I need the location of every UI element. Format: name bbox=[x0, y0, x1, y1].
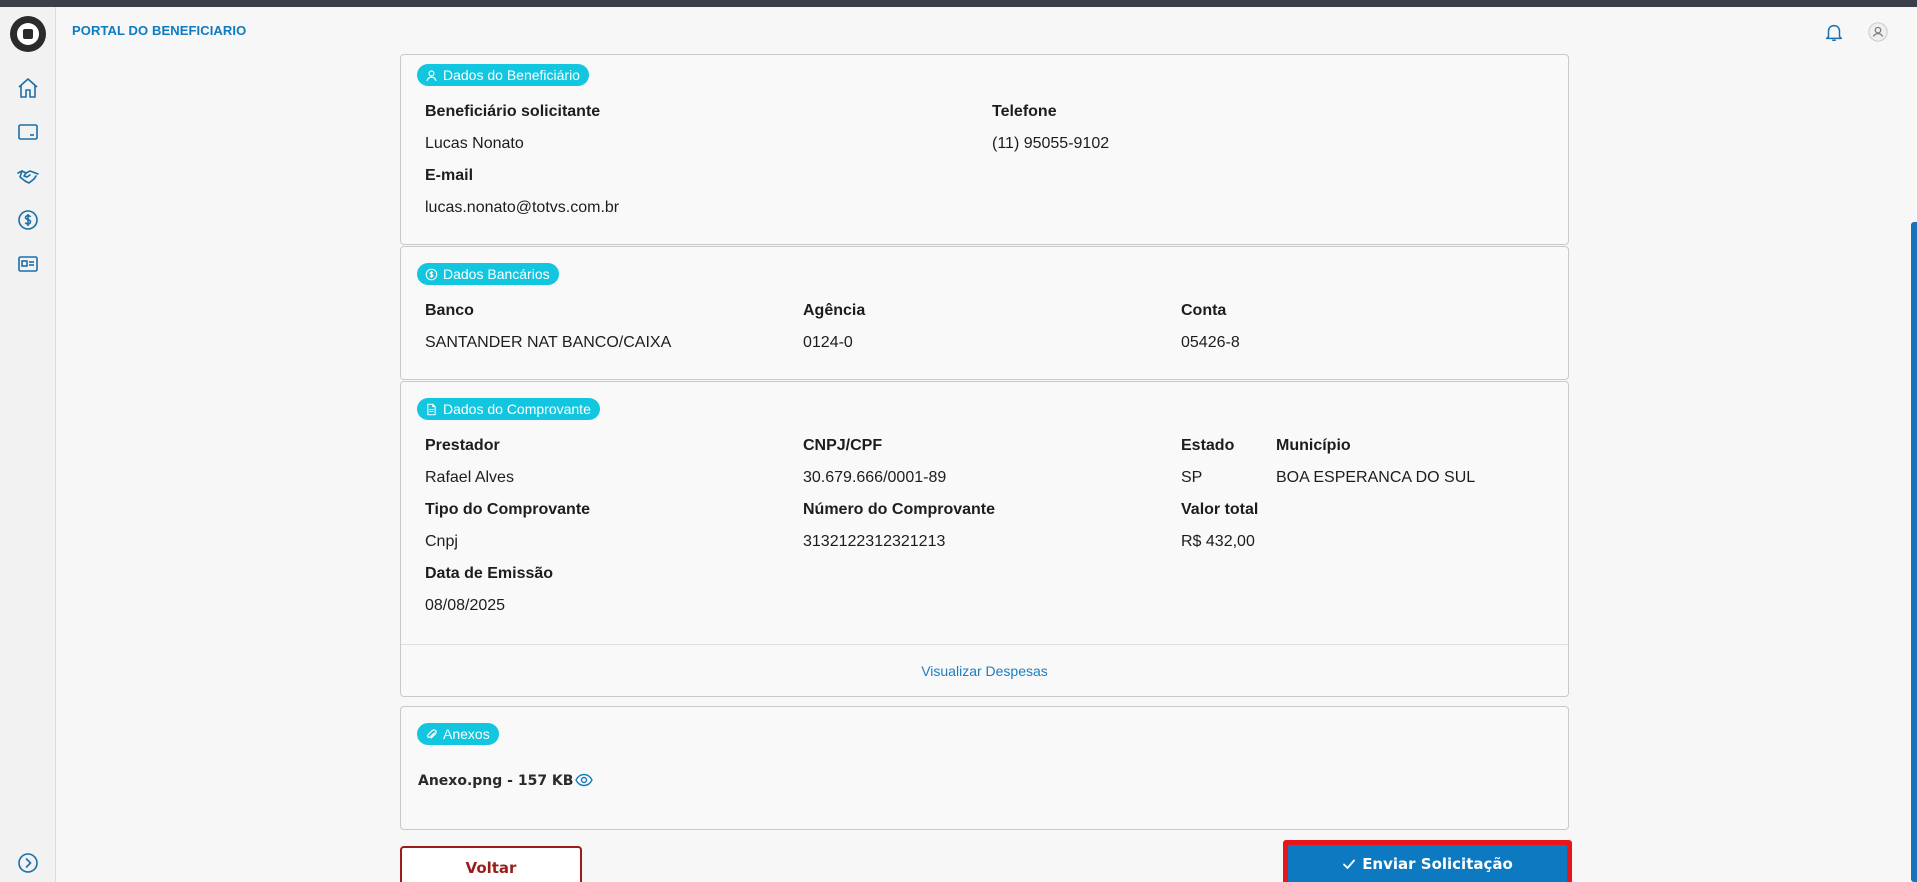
bank-chip: Dados Bancários bbox=[417, 263, 559, 285]
attachment-file: Anexo.png - 157 KB bbox=[418, 773, 574, 789]
totvs-logo bbox=[10, 16, 46, 52]
total-label: Valor total bbox=[1181, 501, 1259, 518]
bank-chip-label: Dados Bancários bbox=[443, 266, 550, 282]
beneficiary-chip: Dados do Beneficiário bbox=[417, 64, 589, 86]
state-label: Estado bbox=[1181, 437, 1235, 454]
city-value: BOA ESPERANCA DO SUL bbox=[1276, 469, 1476, 486]
paperclip-icon bbox=[426, 728, 437, 739]
phone-label: Telefone bbox=[992, 103, 1057, 120]
email-value: lucas.nonato@totvs.com.br bbox=[425, 199, 620, 216]
handshake-icon[interactable] bbox=[15, 163, 41, 189]
view-expenses-link[interactable]: Visualizar Despesas bbox=[401, 663, 1568, 679]
expand-sidebar-icon[interactable] bbox=[15, 850, 41, 876]
top-strip bbox=[0, 0, 1917, 7]
home-icon[interactable] bbox=[15, 75, 41, 101]
agency-label: Agência bbox=[803, 302, 866, 319]
send-request-button[interactable]: Enviar Solicitação bbox=[1283, 840, 1572, 882]
bank-label: Banco bbox=[425, 302, 474, 319]
scrollbar[interactable] bbox=[1911, 222, 1917, 882]
eye-icon[interactable] bbox=[575, 773, 593, 787]
cnpj-value: 30.679.666/0001-89 bbox=[803, 469, 947, 486]
receipt-divider bbox=[401, 644, 1568, 645]
check-icon bbox=[1343, 859, 1356, 869]
sidebar bbox=[0, 7, 56, 882]
id-card-icon[interactable] bbox=[15, 251, 41, 277]
user-icon bbox=[426, 69, 437, 81]
bank-value: SANTANDER NAT BANCO/CAIXA bbox=[425, 334, 672, 351]
receipt-type-label: Tipo do Comprovante bbox=[425, 501, 591, 518]
bell-icon[interactable] bbox=[1821, 19, 1847, 45]
send-request-label: Enviar Solicitação bbox=[1362, 855, 1513, 873]
total-value: R$ 432,00 bbox=[1181, 533, 1255, 550]
beneficiary-chip-label: Dados do Beneficiário bbox=[443, 67, 580, 83]
email-label: E-mail bbox=[425, 167, 474, 184]
top-header: PORTAL DO BENEFICIARIO bbox=[57, 7, 1917, 56]
beneficiary-card: Dados do Beneficiário Beneficiário solic… bbox=[400, 54, 1569, 245]
issue-date-value: 08/08/2025 bbox=[425, 597, 506, 614]
attachments-card: Anexos Anexo.png - 157 KB bbox=[400, 706, 1569, 830]
receipt-number-value: 3132122312321213 bbox=[803, 533, 946, 550]
cnpj-label: CNPJ/CPF bbox=[803, 437, 883, 454]
dollar-icon[interactable] bbox=[15, 207, 41, 233]
phone-value: (11) 95055-9102 bbox=[992, 135, 1110, 152]
provider-label: Prestador bbox=[425, 437, 500, 454]
account-label: Conta bbox=[1181, 302, 1227, 319]
user-avatar-icon[interactable] bbox=[1865, 19, 1891, 45]
send-request-button-inner: Enviar Solicitação bbox=[1288, 845, 1567, 882]
receipt-card: Dados do Comprovante Prestador Rafael Al… bbox=[400, 381, 1569, 697]
bank-card: Dados Bancários Banco SANTANDER NAT BANC… bbox=[400, 246, 1569, 380]
attachments-chip: Anexos bbox=[417, 723, 499, 745]
receipt-chip: Dados do Comprovante bbox=[417, 398, 600, 420]
city-label: Município bbox=[1276, 437, 1351, 454]
attachments-chip-label: Anexos bbox=[443, 726, 490, 742]
requester-label: Beneficiário solicitante bbox=[425, 103, 601, 120]
receipt-type-value: Cnpj bbox=[425, 533, 458, 550]
dollar-circle-icon bbox=[425, 268, 438, 280]
document-icon bbox=[427, 403, 436, 415]
portal-title: PORTAL DO BENEFICIARIO bbox=[72, 23, 247, 38]
receipt-number-label: Número do Comprovante bbox=[803, 501, 996, 518]
requester-value: Lucas Nonato bbox=[425, 135, 524, 152]
agency-value: 0124-0 bbox=[803, 334, 853, 351]
account-value: 05426-8 bbox=[1181, 334, 1240, 351]
state-value: SP bbox=[1181, 469, 1203, 486]
back-button[interactable]: Voltar bbox=[400, 846, 582, 882]
receipt-chip-label: Dados do Comprovante bbox=[443, 401, 591, 417]
issue-date-label: Data de Emissão bbox=[425, 565, 554, 582]
provider-value: Rafael Alves bbox=[425, 469, 514, 486]
card-icon[interactable] bbox=[15, 119, 41, 145]
